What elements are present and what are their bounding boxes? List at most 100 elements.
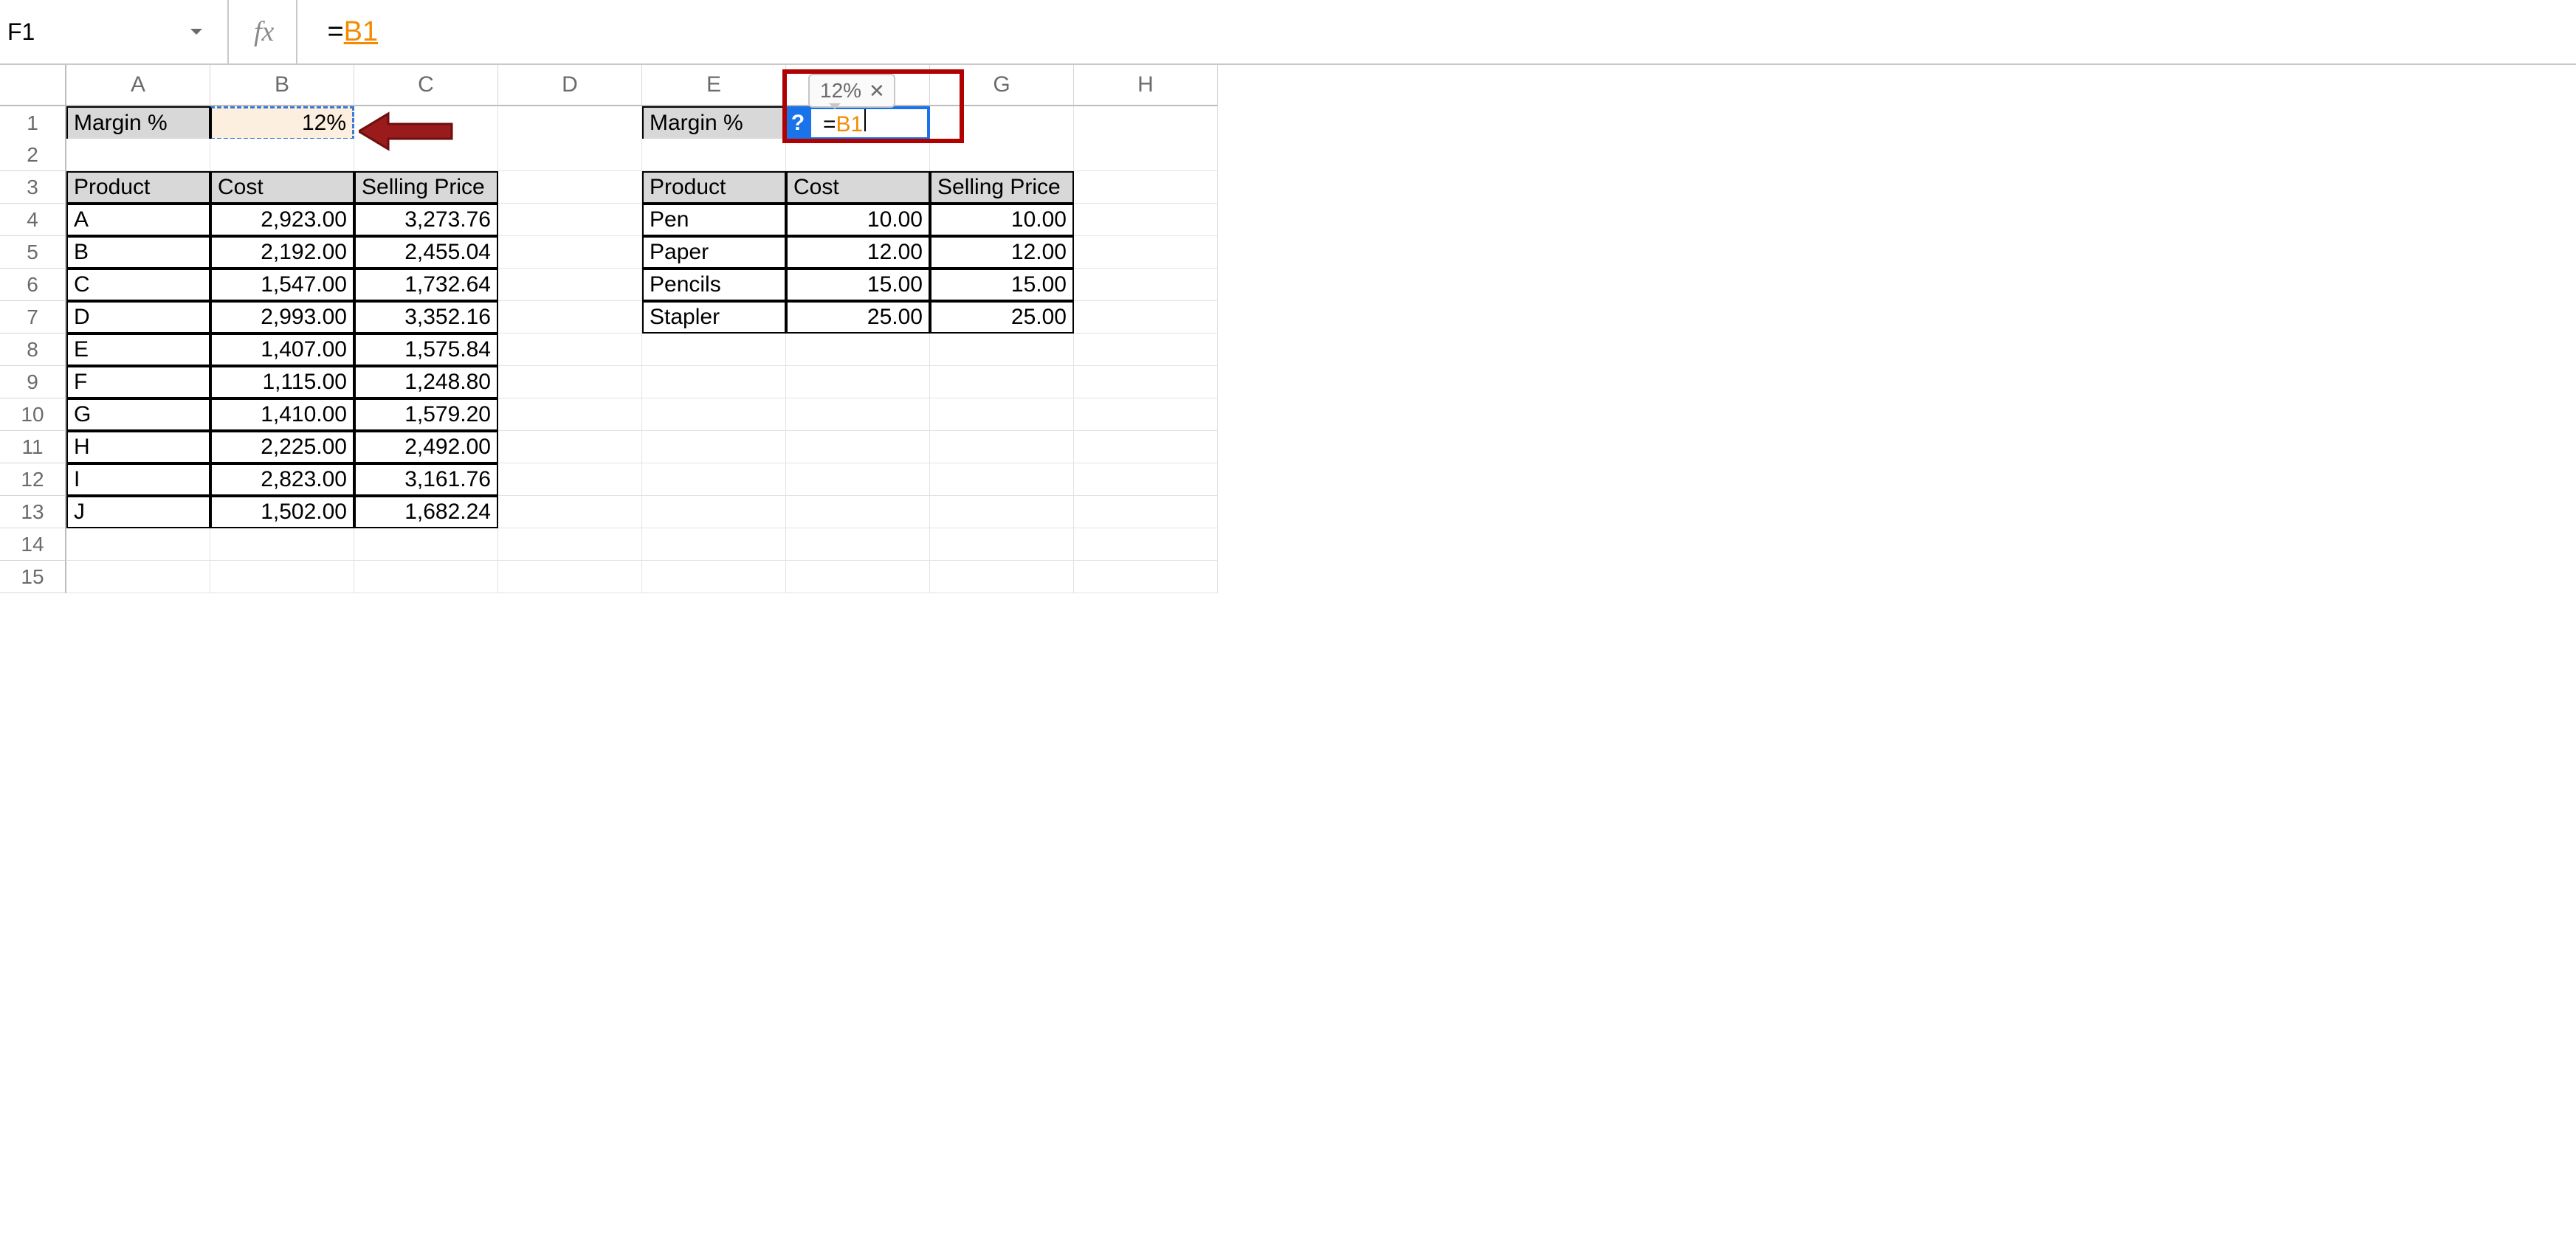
cell-D6[interactable]	[498, 269, 642, 301]
cell-A7[interactable]: D	[66, 301, 210, 334]
cell-C1[interactable]	[354, 106, 498, 140]
cell-B4[interactable]: 2,923.00	[210, 204, 354, 236]
col-header-H[interactable]: H	[1074, 65, 1218, 106]
cell-D10[interactable]	[498, 398, 642, 431]
cell-G13[interactable]	[930, 496, 1074, 528]
cell-G12[interactable]	[930, 463, 1074, 496]
cell-G9[interactable]	[930, 366, 1074, 398]
cell-A13[interactable]: J	[66, 496, 210, 528]
row-header-1[interactable]: 1	[0, 106, 66, 140]
name-box-dropdown-icon[interactable]	[187, 23, 205, 41]
col-header-A[interactable]: A	[66, 65, 210, 106]
cell-E13[interactable]	[642, 496, 786, 528]
cell-E5[interactable]: Paper	[642, 236, 786, 269]
cell-B12[interactable]: 2,823.00	[210, 463, 354, 496]
cell-C10[interactable]: 1,579.20	[354, 398, 498, 431]
cell-A11[interactable]: H	[66, 431, 210, 463]
formula-help-icon[interactable]: ?	[785, 106, 811, 140]
cell-A3[interactable]: Product	[66, 171, 210, 204]
cell-D4[interactable]	[498, 204, 642, 236]
cell-B14[interactable]	[210, 528, 354, 561]
cell-H10[interactable]	[1074, 398, 1218, 431]
cell-H9[interactable]	[1074, 366, 1218, 398]
tooltip-close-icon[interactable]: ✕	[869, 80, 885, 103]
cell-C2[interactable]	[354, 139, 498, 171]
cell-E2[interactable]	[642, 139, 786, 171]
col-header-E[interactable]: E	[642, 65, 786, 106]
cell-F4[interactable]: 10.00	[786, 204, 930, 236]
col-header-D[interactable]: D	[498, 65, 642, 106]
cell-B15[interactable]	[210, 561, 354, 593]
cell-H5[interactable]	[1074, 236, 1218, 269]
cell-D2[interactable]	[498, 139, 642, 171]
col-header-G[interactable]: G	[930, 65, 1074, 106]
cell-C3[interactable]: Selling Price	[354, 171, 498, 204]
cell-G8[interactable]	[930, 334, 1074, 366]
cell-E1[interactable]: Margin %	[642, 106, 786, 140]
col-header-B[interactable]: B	[210, 65, 354, 106]
cell-F7[interactable]: 25.00	[786, 301, 930, 334]
cell-F2[interactable]	[786, 139, 930, 171]
cell-B9[interactable]: 1,115.00	[210, 366, 354, 398]
cell-F11[interactable]	[786, 431, 930, 463]
cell-D8[interactable]	[498, 334, 642, 366]
cell-G14[interactable]	[930, 528, 1074, 561]
row-header-5[interactable]: 5	[0, 236, 66, 269]
cell-A10[interactable]: G	[66, 398, 210, 431]
cell-D5[interactable]	[498, 236, 642, 269]
row-header-15[interactable]: 15	[0, 561, 66, 593]
cell-H6[interactable]	[1074, 269, 1218, 301]
cell-E11[interactable]	[642, 431, 786, 463]
cell-B8[interactable]: 1,407.00	[210, 334, 354, 366]
cell-C14[interactable]	[354, 528, 498, 561]
row-header-4[interactable]: 4	[0, 204, 66, 236]
cell-G15[interactable]	[930, 561, 1074, 593]
cell-A12[interactable]: I	[66, 463, 210, 496]
cell-A2[interactable]	[66, 139, 210, 171]
cell-E3[interactable]: Product	[642, 171, 786, 204]
cell-E14[interactable]	[642, 528, 786, 561]
cell-B3[interactable]: Cost	[210, 171, 354, 204]
cell-F14[interactable]	[786, 528, 930, 561]
cell-B6[interactable]: 1,547.00	[210, 269, 354, 301]
row-header-12[interactable]: 12	[0, 463, 66, 496]
cell-F6[interactable]: 15.00	[786, 269, 930, 301]
formula-input[interactable]: =B1	[327, 16, 378, 48]
cell-D13[interactable]	[498, 496, 642, 528]
cell-H3[interactable]	[1074, 171, 1218, 204]
col-header-C[interactable]: C	[354, 65, 498, 106]
cell-A9[interactable]: F	[66, 366, 210, 398]
cell-B5[interactable]: 2,192.00	[210, 236, 354, 269]
cell-C15[interactable]	[354, 561, 498, 593]
cell-C7[interactable]: 3,352.16	[354, 301, 498, 334]
cell-H4[interactable]	[1074, 204, 1218, 236]
cell-D11[interactable]	[498, 431, 642, 463]
cell-E9[interactable]	[642, 366, 786, 398]
cell-G11[interactable]	[930, 431, 1074, 463]
cell-E7[interactable]: Stapler	[642, 301, 786, 334]
row-header-3[interactable]: 3	[0, 171, 66, 204]
cell-B7[interactable]: 2,993.00	[210, 301, 354, 334]
cell-H13[interactable]	[1074, 496, 1218, 528]
cell-G10[interactable]	[930, 398, 1074, 431]
cell-E10[interactable]	[642, 398, 786, 431]
cell-B10[interactable]: 1,410.00	[210, 398, 354, 431]
cell-C4[interactable]: 3,273.76	[354, 204, 498, 236]
cell-H2[interactable]	[1074, 139, 1218, 171]
cell-G2[interactable]	[930, 139, 1074, 171]
cell-B1[interactable]: 12%	[210, 106, 354, 140]
cell-H14[interactable]	[1074, 528, 1218, 561]
cell-E8[interactable]	[642, 334, 786, 366]
row-header-2[interactable]: 2	[0, 139, 66, 171]
cell-A5[interactable]: B	[66, 236, 210, 269]
cell-A1[interactable]: Margin %	[66, 106, 210, 140]
cell-A14[interactable]	[66, 528, 210, 561]
select-all-corner[interactable]	[0, 65, 66, 106]
cell-D15[interactable]	[498, 561, 642, 593]
cell-C11[interactable]: 2,492.00	[354, 431, 498, 463]
cell-D7[interactable]	[498, 301, 642, 334]
cell-G4[interactable]: 10.00	[930, 204, 1074, 236]
cell-B11[interactable]: 2,225.00	[210, 431, 354, 463]
cell-F12[interactable]	[786, 463, 930, 496]
cell-F15[interactable]	[786, 561, 930, 593]
